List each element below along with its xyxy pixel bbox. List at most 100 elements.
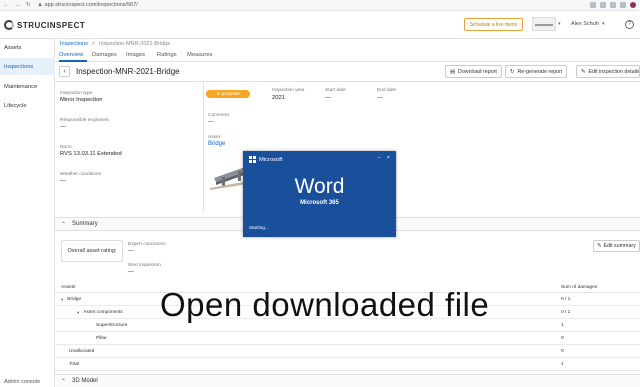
profile-icon[interactable] (630, 2, 636, 8)
breadcrumb-inspections[interactable]: Inspections (60, 41, 88, 47)
admin-console-link[interactable]: Admin console (4, 379, 40, 385)
inspection-year-label: Inspection year (272, 88, 305, 93)
download-report-label: Download report (458, 68, 497, 75)
back-button[interactable]: ‹ (59, 66, 70, 77)
app-header: STRUCINSPECT Schedule a live demo ▾ Alex… (0, 11, 640, 39)
tab-damages[interactable]: Damages (92, 52, 117, 58)
chevron-down-icon[interactable]: ▾ (61, 297, 63, 303)
help-icon[interactable]: ? (625, 20, 634, 29)
expert-conclusion-label: Expert conclusion (128, 242, 166, 247)
tab-bar: Overview Damages Images Ratings Measures (55, 50, 640, 62)
tab-ratings[interactable]: Ratings (157, 52, 177, 58)
table-row[interactable]: Pillar 0 (55, 332, 640, 345)
logo-text: STRUCINSPECT (17, 20, 86, 30)
back-icon[interactable]: ← (3, 2, 9, 8)
title-row: ‹ Inspection-MNR-2021-Bridge ▤ Download … (55, 62, 640, 82)
column-assets: Assets (61, 285, 76, 290)
minimize-icon[interactable]: – (378, 155, 381, 161)
pencil-icon: ✎ (597, 243, 602, 249)
row-value: 1 (561, 362, 564, 367)
row-name: Bridge (67, 297, 82, 302)
splash-app-name: Word (294, 175, 345, 198)
pencil-icon: ✎ (581, 68, 586, 75)
chevron-up-icon: ⌃ (61, 221, 67, 228)
word-splash-window: Microsoft – × Word Microsoft 365 Startin… (243, 151, 396, 237)
chevron-down-icon[interactable]: ▾ (558, 21, 561, 27)
summary-title: Summary (72, 221, 98, 227)
splash-vendor: Microsoft (249, 156, 283, 163)
weather-label: Weather conditions (60, 172, 101, 177)
inspection-type-label: Inspection type (60, 91, 93, 96)
table-row[interactable]: Unallocated 0 (55, 345, 640, 358)
row-name: Asset components (83, 310, 123, 315)
close-icon[interactable]: × (387, 155, 390, 161)
breadcrumb-current: Inspection-MNR-2021-Bridge (99, 41, 171, 47)
row-name: Total (69, 362, 80, 367)
row-value: 0 (561, 336, 564, 341)
row-value: 0 / 1 (561, 297, 571, 302)
vendor-label: Microsoft (259, 156, 283, 163)
edit-inspection-label: Edit inspection details (588, 68, 640, 75)
extension-icon[interactable] (600, 2, 606, 8)
table-row[interactable]: Total 1 (55, 358, 640, 371)
splash-status: Starting... (249, 225, 269, 230)
regenerate-report-button[interactable]: ↻ Re-generate report (505, 65, 568, 78)
sidebar: Assets Inspections Maintenance Lifecycle (0, 39, 55, 387)
document-icon: ▤ (450, 68, 456, 75)
start-date-value: — (325, 95, 331, 101)
row-value: 1 (561, 323, 564, 328)
sidebar-item-maintenance[interactable]: Maintenance (0, 78, 55, 95)
extension-icon[interactable] (590, 2, 596, 8)
row-value: 0 / 1 (561, 310, 571, 315)
microsoft-logo-icon (249, 156, 256, 163)
browser-toolbar: ← → ↻ 🔒︎ app.strucinspect.com/inspection… (0, 0, 640, 11)
asset-link[interactable]: Bridge (208, 141, 225, 147)
sidebar-item-assets[interactable]: Assets (0, 39, 55, 56)
forward-icon[interactable]: → (15, 2, 21, 8)
download-report-button[interactable]: ▤ Download report (445, 65, 502, 78)
browser-nav: ← → ↻ (0, 2, 31, 8)
inspection-type-value: Minor Inspection (60, 97, 103, 103)
column-sum-of-damages: Sum of damages (561, 285, 598, 290)
weather-value: — (60, 178, 66, 184)
user-name[interactable]: Alex Schuh (571, 21, 599, 27)
tab-measures[interactable]: Measures (187, 52, 212, 58)
sidebar-item-lifecycle[interactable]: Lifecycle (0, 97, 55, 114)
overall-rating-box: Overall asset rating: (61, 240, 123, 262)
model-section-header[interactable]: ⌃ 3D Model (55, 374, 640, 387)
extension-icon[interactable] (610, 2, 616, 8)
chevron-down-icon[interactable]: ▾ (77, 310, 79, 316)
sidebar-item-inspections[interactable]: Inspections (0, 58, 55, 75)
url-text: app.strucinspect.com/inspections/567/ (44, 2, 138, 8)
asset-label: Asset (208, 135, 220, 140)
schedule-demo-button[interactable]: Schedule a live demo (464, 18, 523, 31)
page-title: Inspection-MNR-2021-Bridge (76, 67, 180, 76)
chevron-down-icon[interactable]: ▾ (602, 21, 605, 27)
logo-icon (4, 20, 14, 30)
organization-logo[interactable] (532, 17, 556, 31)
inspection-year-value: 2021 (272, 95, 285, 101)
comment-label: Comment (208, 113, 229, 118)
splash-suite-name: Microsoft 365 (300, 200, 339, 206)
edit-summary-button[interactable]: ✎ Edit summary (593, 240, 640, 252)
address-bar[interactable]: 🔒︎ app.strucinspect.com/inspections/567/ (39, 2, 138, 9)
responsible-engineers-value: — (60, 124, 66, 130)
end-date-value: — (377, 95, 383, 101)
end-date-label: End date (377, 88, 397, 93)
start-date-label: Start date (325, 88, 346, 93)
chevron-left-icon: ‹ (63, 68, 66, 75)
edit-inspection-button[interactable]: ✎ Edit inspection details (576, 65, 640, 78)
status-badge: In progress (206, 90, 250, 98)
chevron-up-icon: ⌃ (61, 378, 67, 385)
reload-icon[interactable]: ↻ (26, 2, 31, 8)
comment-value: — (208, 119, 214, 125)
expert-conclusion-value: — (128, 248, 134, 254)
logo[interactable]: STRUCINSPECT (4, 20, 85, 30)
edit-summary-label: Edit summary (603, 243, 636, 249)
regenerate-report-label: Re-generate report (517, 68, 563, 75)
breadcrumb-separator: > (91, 41, 96, 47)
tab-overview[interactable]: Overview (59, 52, 83, 58)
tab-images[interactable]: Images (126, 52, 145, 58)
norm-value: RVS 13.03.11 Extended (60, 151, 122, 157)
extension-icon[interactable] (620, 2, 626, 8)
